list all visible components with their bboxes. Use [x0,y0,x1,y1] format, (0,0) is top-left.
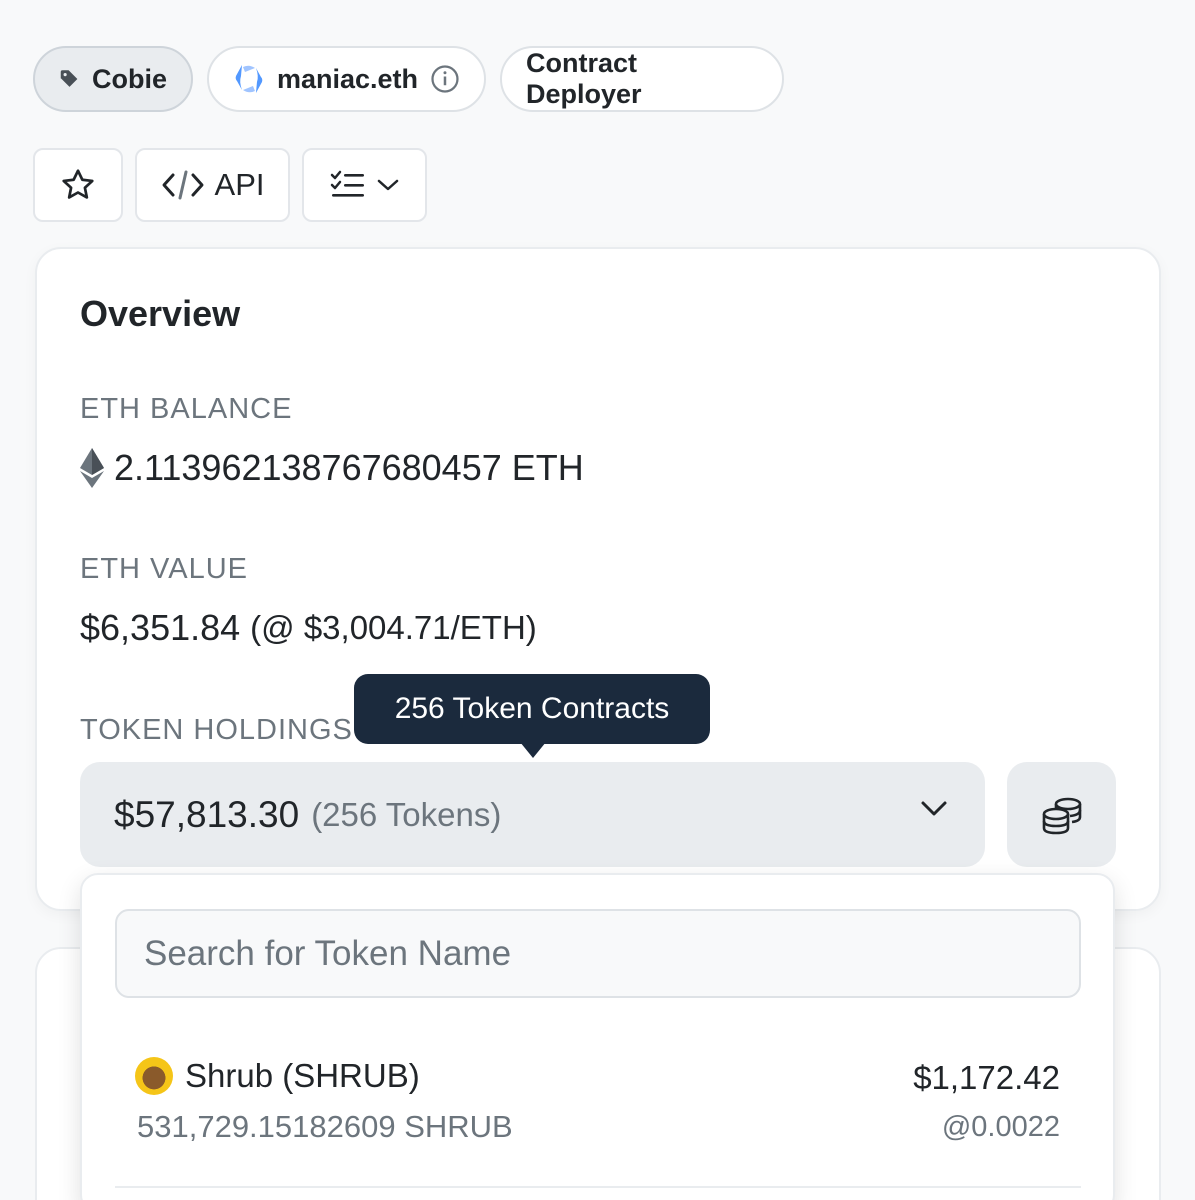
tooltip-arrow [520,742,546,758]
eth-balance-amount: 2.113962138767680457 ETH [114,447,584,488]
shrub-token-icon [135,1057,173,1095]
more-options-button[interactable] [302,148,427,222]
name-tag-cobie[interactable]: Cobie [33,46,193,112]
info-icon[interactable] [430,64,460,94]
chevron-down-icon [377,179,398,191]
list-divider [115,1186,1081,1188]
role-tag-contract-deployer[interactable]: Contract Deployer [500,46,784,112]
token-holdings-count: (256 Tokens) [311,795,502,833]
code-icon [162,170,204,200]
token-holdings-view-button[interactable] [1007,762,1116,867]
token-holdings-label: TOKEN HOLDINGS [80,714,353,746]
token-holdings-dropdown[interactable]: $57,813.30 (256 Tokens) [80,762,985,867]
eth-value: $6,351.84 (@ $3,004.71/ETH) [80,607,537,649]
favorite-button[interactable] [33,148,123,222]
token-holdings-amount: $57,813.30 [114,793,300,835]
ens-name-tag[interactable]: maniac.eth [207,46,486,112]
overview-title: Overview [80,293,241,334]
address-page: Cobie maniac.eth Contract Deployer API O… [0,0,1195,1200]
api-button-label: API [214,167,265,202]
tag-icon [60,70,78,87]
token-price: @0.0022 [941,1111,1060,1143]
api-button[interactable]: API [135,148,290,222]
ethereum-icon [80,448,104,488]
token-search-input[interactable] [115,909,1081,998]
chevron-down-icon [921,801,947,816]
coins-icon [1042,797,1081,834]
token-name-row: Shrub (SHRUB) [135,1057,420,1095]
eth-price-rate: (@ $3,004.71/ETH) [250,609,537,646]
token-contracts-tooltip: 256 Token Contracts [354,674,710,744]
eth-value-label: ETH VALUE [80,553,249,585]
checklist-icon [330,170,364,197]
role-tag-label: Contract Deployer [526,48,642,109]
eth-balance-value: 2.113962138767680457 ETH [80,447,584,489]
name-tag-label: Cobie [91,63,167,94]
ens-name-label: maniac.eth [276,63,419,94]
token-list-item[interactable]: Shrub (SHRUB) 531,729.15182609 SHRUB $1,… [135,1055,1060,1165]
token-name: Shrub (SHRUB) [185,1057,420,1094]
eth-value-amount: $6,351.84 [80,607,241,648]
eth-balance-label: ETH BALANCE [80,393,293,425]
star-icon [62,169,94,199]
token-quantity: 531,729.15182609 SHRUB [137,1109,513,1144]
ens-logo-icon [235,65,263,93]
token-value: $1,172.42 [913,1059,1060,1096]
